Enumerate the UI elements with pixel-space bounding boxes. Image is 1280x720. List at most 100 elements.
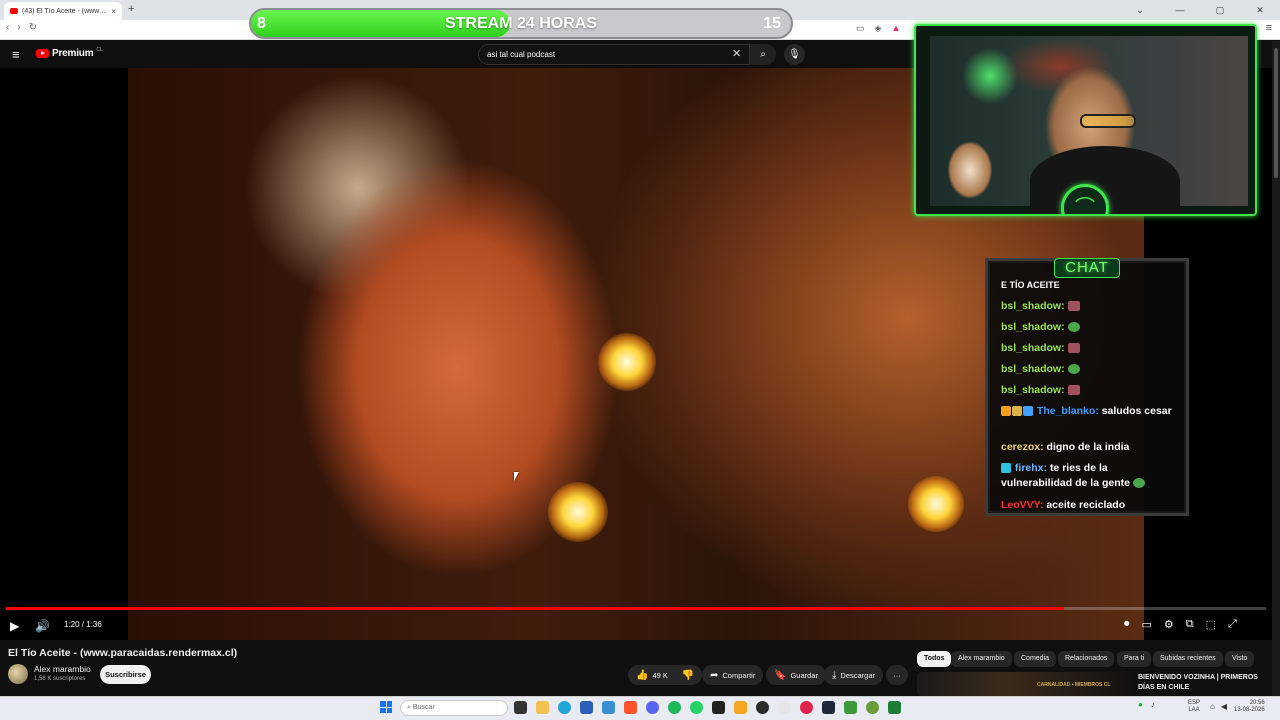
app-icon[interactable] bbox=[734, 701, 747, 714]
like-button[interactable]: 👍 49 K 👎 bbox=[628, 665, 703, 685]
streamer-glasses bbox=[1080, 114, 1136, 128]
tab-search-icon[interactable]: ⌄ bbox=[1120, 0, 1160, 20]
chat-message: bsl_shadow: bbox=[1001, 341, 1179, 356]
browser-menu-button[interactable]: ≡ bbox=[1266, 22, 1272, 34]
clock-date: 13-08-2026 bbox=[1234, 707, 1265, 713]
save-button[interactable]: 🔖 Guardar bbox=[766, 665, 826, 685]
tray-dot-icon[interactable]: ● bbox=[1138, 700, 1143, 709]
chip-channel[interactable]: Alex marambio bbox=[951, 651, 1012, 667]
premium-label: Premium bbox=[52, 48, 94, 59]
brave-icon[interactable] bbox=[624, 701, 637, 714]
obs-icon[interactable] bbox=[756, 701, 769, 714]
terminal-icon[interactable] bbox=[712, 701, 725, 714]
app-icon[interactable] bbox=[866, 701, 879, 714]
chip-subidas-recientes[interactable]: Subidas recientes bbox=[1153, 651, 1223, 667]
language-indicator[interactable]: ESP LAA bbox=[1188, 700, 1200, 714]
tray-mic-icon[interactable]: ♪ bbox=[1151, 700, 1155, 709]
banner-title: STREAM 24 HORAS bbox=[444, 15, 598, 32]
new-tab-button[interactable]: + bbox=[128, 3, 134, 15]
language-code: ESP bbox=[1188, 700, 1201, 706]
search-button[interactable]: ⌕ bbox=[750, 44, 776, 65]
chat-badge-icon bbox=[1023, 406, 1033, 417]
taskbar-search-input[interactable]: ⌕ Buscar bbox=[400, 700, 508, 716]
volume-tray-icon[interactable]: ◀ bbox=[1221, 702, 1227, 711]
browser-tab[interactable]: (43) El Tío Aceite - (www.para × bbox=[4, 2, 122, 20]
volume-button[interactable]: 🔊 bbox=[35, 619, 50, 633]
tab-title: (43) El Tío Aceite - (www.para bbox=[22, 7, 108, 15]
subscribe-button[interactable]: Suscribirse bbox=[100, 665, 151, 684]
autoplay-toggle[interactable]: ⏺ bbox=[1124, 618, 1130, 631]
chat-username: firehx: bbox=[1014, 462, 1048, 474]
thumbs-up-icon: 👍 bbox=[636, 669, 649, 681]
app-icon[interactable] bbox=[844, 701, 857, 714]
vpn-icon[interactable]: ▲ bbox=[891, 23, 900, 34]
chip-para-ti[interactable]: Para ti bbox=[1117, 651, 1152, 667]
related-video-title[interactable]: BIENVENIDO VOZINHA | PRIMEROS DÍAS EN CH… bbox=[1138, 673, 1268, 693]
app-icon[interactable] bbox=[778, 701, 791, 714]
taskbar-clock[interactable]: 20:56 13-08-2026 bbox=[1234, 700, 1265, 714]
share-button[interactable]: ➦ Compartir bbox=[702, 665, 764, 685]
chat-username: bsl_shadow: bbox=[1001, 363, 1065, 375]
hamburger-menu-icon[interactable]: ≡ bbox=[12, 47, 20, 62]
network-icon[interactable]: ⌂ bbox=[1210, 702, 1215, 711]
chip-visto[interactable]: Visto bbox=[1225, 651, 1255, 667]
chip-comedia[interactable]: Comedia bbox=[1014, 651, 1057, 667]
file-explorer-icon[interactable] bbox=[536, 701, 549, 714]
channel-avatar[interactable] bbox=[8, 664, 28, 684]
youtube-premium-logo[interactable]: Premium CL bbox=[36, 47, 103, 59]
close-window-button[interactable]: ✕ bbox=[1240, 0, 1280, 20]
mouse-cursor bbox=[514, 472, 519, 481]
start-menu-icon[interactable] bbox=[380, 701, 392, 713]
chat-username: bsl_shadow: bbox=[1001, 384, 1065, 396]
channel-name[interactable]: Alex marambio bbox=[34, 664, 91, 674]
steam-icon[interactable] bbox=[822, 701, 835, 714]
minecraft-icon[interactable] bbox=[888, 701, 901, 714]
app-icon[interactable] bbox=[800, 701, 813, 714]
clear-search-icon[interactable]: ✕ bbox=[732, 47, 741, 60]
forward-button[interactable]: › bbox=[17, 22, 20, 33]
webcam-feed bbox=[930, 36, 1248, 214]
related-video-thumbnail[interactable]: CARNALIDAD • MIEMBROS CL bbox=[917, 672, 1133, 696]
chat-message: LeoVVY: aceite reciclado bbox=[1001, 498, 1179, 513]
extension-icon[interactable]: ◈ bbox=[875, 23, 882, 34]
more-actions-button[interactable]: ··· bbox=[886, 665, 908, 685]
video-letterbox-left bbox=[0, 68, 128, 640]
spotify-icon[interactable] bbox=[668, 701, 681, 714]
bokeh-light bbox=[598, 333, 656, 391]
store-icon[interactable] bbox=[580, 701, 593, 714]
cast-icon[interactable]: ▭ bbox=[856, 23, 865, 34]
photos-icon[interactable] bbox=[602, 701, 615, 714]
subtitles-button[interactable]: ▭ bbox=[1142, 618, 1152, 631]
chip-relacionados[interactable]: Relacionados bbox=[1058, 651, 1115, 667]
edge-icon[interactable] bbox=[558, 701, 571, 714]
video-progress-fill bbox=[6, 607, 1065, 610]
voice-search-button[interactable]: 🎙 bbox=[784, 44, 805, 65]
discord-icon[interactable] bbox=[646, 701, 659, 714]
bokeh-light bbox=[548, 482, 608, 542]
like-count: 49 K bbox=[652, 670, 668, 680]
settings-gear-icon[interactable]: ⚙ bbox=[1164, 618, 1174, 631]
chat-badge-icon bbox=[1001, 463, 1011, 474]
reload-button[interactable]: ↻ bbox=[29, 22, 37, 33]
window-controls: ⌄ — ▢ ✕ bbox=[1120, 0, 1280, 20]
scrollbar-thumb[interactable] bbox=[1274, 48, 1278, 178]
task-view-icon[interactable] bbox=[514, 701, 527, 714]
tab-close-icon[interactable]: × bbox=[111, 7, 116, 16]
maximize-button[interactable]: ▢ bbox=[1200, 0, 1240, 20]
chat-username: The_blanko: bbox=[1036, 405, 1099, 417]
back-button[interactable]: ‹ bbox=[6, 22, 9, 33]
fullscreen-button[interactable]: ⤢ bbox=[1228, 618, 1237, 631]
cast-button[interactable]: ⬚ bbox=[1206, 618, 1216, 631]
chip-todos[interactable]: Todos bbox=[917, 651, 952, 667]
save-label: Guardar bbox=[790, 670, 818, 680]
video-progress-bar[interactable] bbox=[6, 607, 1266, 610]
whatsapp-icon[interactable] bbox=[690, 701, 703, 714]
search-input[interactable]: asi tal cual podcast bbox=[478, 44, 750, 65]
play-button[interactable]: ▶ bbox=[10, 619, 19, 633]
nav-buttons: ‹ › ↻ bbox=[6, 22, 37, 33]
webcam-overlay: ⌒ bbox=[914, 24, 1257, 216]
minimize-button[interactable]: — bbox=[1160, 0, 1200, 20]
miniplayer-button[interactable]: ⧉ bbox=[1186, 618, 1194, 631]
thumbs-down-icon[interactable]: 👎 bbox=[682, 670, 694, 681]
download-button[interactable]: ⤓ Descargar bbox=[824, 665, 884, 685]
